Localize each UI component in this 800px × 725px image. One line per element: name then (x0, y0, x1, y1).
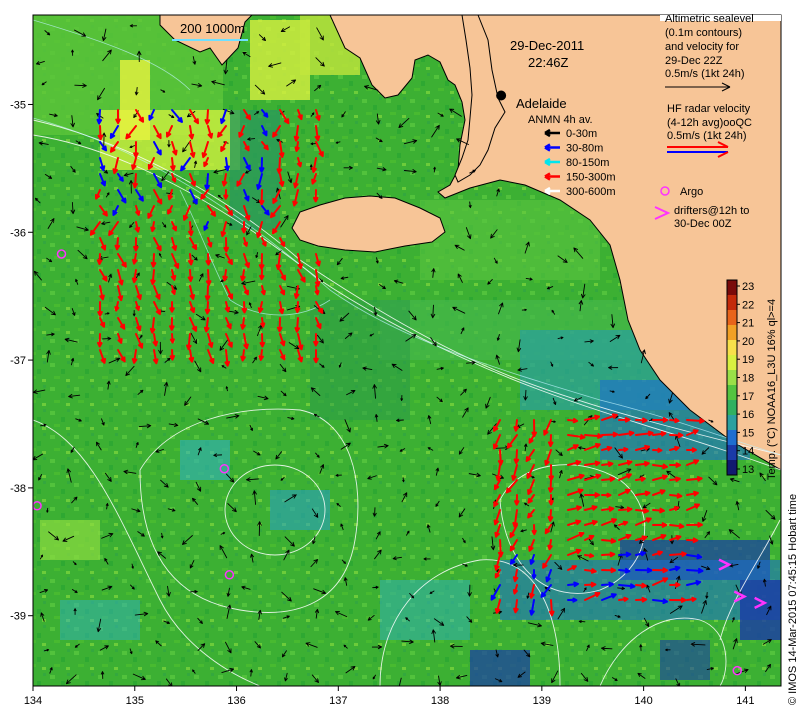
anmn-legend-label: 0-30m (566, 128, 597, 140)
radar-legend-line-1: HF radar velocity (667, 103, 751, 115)
anmn-legend-label: 80-150m (566, 157, 609, 169)
colorbar-tick-label: 13 (742, 464, 754, 476)
colorbar-tick-label: 16 (742, 409, 754, 421)
argo-legend-label: Argo (680, 186, 703, 198)
y-tick-label: -35 (10, 99, 26, 111)
y-tick-label: -38 (10, 483, 26, 495)
x-tick-label: 136 (227, 695, 245, 707)
radar-legend-line-3: 0.5m/s (1kt 24h) (667, 130, 746, 142)
colorbar-band (727, 340, 737, 356)
colorbar-band (727, 460, 737, 476)
x-tick-label: 141 (736, 695, 754, 707)
x-tick-label: 140 (634, 695, 652, 707)
x-tick-label: 138 (431, 695, 449, 707)
x-tick-label: 135 (126, 695, 144, 707)
colorbar-band (727, 385, 737, 401)
radar-legend-line-2: (4-12h avg)ooQC (667, 117, 752, 129)
drifter-legend-line-2: 30-Dec 00Z (674, 218, 732, 230)
colorbar-tick-label: 15 (742, 427, 754, 439)
colorbar-tick-label: 20 (742, 336, 754, 348)
anmn-legend-label: 300-600m (566, 186, 616, 198)
altimetry-legend-line-5: 0.5m/s (1kt 24h) (665, 68, 744, 80)
city-marker-adelaide (496, 90, 507, 101)
colorbar-band (727, 400, 737, 416)
colorbar-band (727, 445, 737, 461)
date-line-1: 29-Dec-2011 (510, 38, 584, 53)
y-tick-label: -37 (10, 355, 26, 367)
colorbar-tick-label: 19 (742, 354, 754, 366)
y-axis: -35 -36 -37 -38 -39 (10, 99, 33, 623)
x-tick-label: 137 (329, 695, 347, 707)
anmn-legend-label: 30-80m (566, 143, 603, 155)
sst-current-map: 134 135 136 137 138 139 140 141 -35 -36 -37 -38 -39… (0, 0, 800, 720)
colorbar-band (727, 415, 737, 431)
colorbar-band (727, 310, 737, 326)
colorbar-band (727, 295, 737, 311)
colorbar-tick-label: 17 (742, 391, 754, 403)
colorbar-tick-label: 14 (742, 446, 754, 458)
x-axis: 134 135 136 137 138 139 140 141 (24, 686, 755, 707)
colorbar-band (727, 355, 737, 371)
altimetry-legend-line-2: (0.1m contours) (665, 27, 742, 39)
colorbar-band (727, 280, 737, 296)
city-label: Adelaide (516, 96, 567, 111)
drifter-legend-line-1: drifters@12h to (674, 205, 749, 217)
altimetry-legend-line-4: 29-Dec 22Z (665, 55, 723, 67)
colorbar-label: Temp. (°C) NOAA16_L3U 16% ql>=4 (766, 299, 778, 480)
y-tick-label: -36 (10, 227, 26, 239)
anmn-legend-label: 150-300m (566, 172, 616, 184)
colorbar-tick-label: 21 (742, 318, 754, 330)
date-line-2: 22:46Z (528, 55, 569, 70)
colorbar-tick-label: 22 (742, 299, 754, 311)
x-tick-label: 139 (533, 695, 551, 707)
anmn-legend-title: ANMN 4h av. (528, 114, 593, 126)
colorbar-tick-label: 18 (742, 373, 754, 385)
y-tick-label: -39 (10, 611, 26, 623)
credit-text: © IMOS 14-Mar-2015 07:45:15 Hobart time (787, 494, 799, 705)
colorbar-band (727, 430, 737, 446)
colorbar-tick-label: 23 (742, 281, 754, 293)
colorbar-band (727, 370, 737, 386)
x-tick-label: 134 (24, 695, 42, 707)
colorbar-band (727, 325, 737, 341)
scale-bar-label: 200 1000m (180, 21, 245, 36)
altimetry-legend-line-1: Altimetric sealevel (665, 13, 754, 25)
altimetry-legend-line-3: and velocity for (665, 41, 739, 53)
